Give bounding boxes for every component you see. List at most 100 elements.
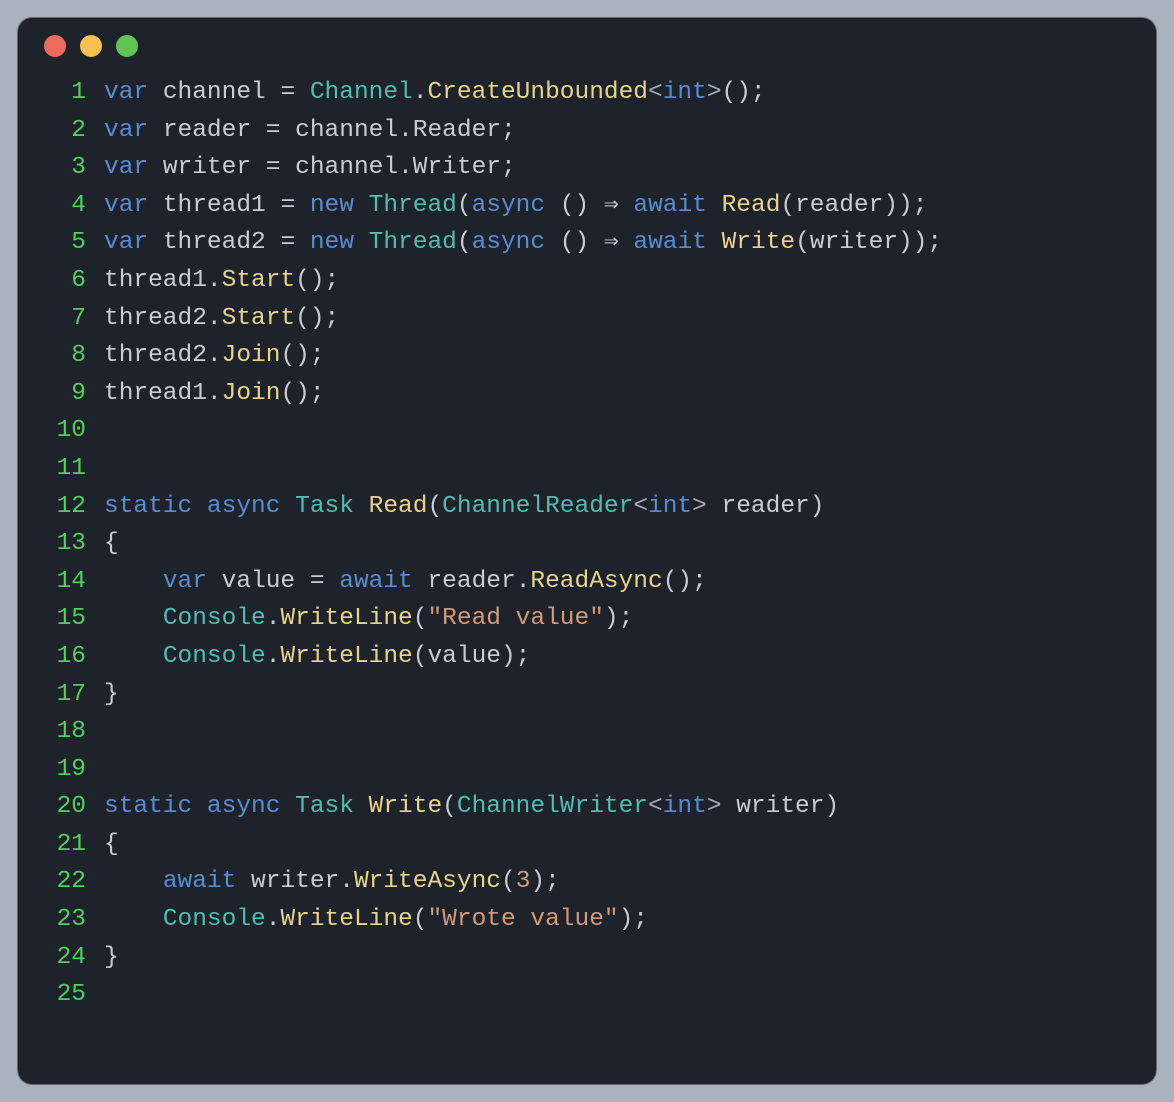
code-line[interactable]: 13{ — [18, 525, 1156, 563]
code-token: { — [104, 831, 119, 858]
code-content[interactable]: static async Task Write(ChannelWriter<in… — [104, 788, 839, 826]
code-token — [148, 229, 163, 256]
code-token — [589, 229, 604, 256]
line-number: 1 — [18, 74, 104, 112]
code-line[interactable]: 17} — [18, 676, 1156, 714]
code-line[interactable]: 4var thread1 = new Thread(async () ⇒ awa… — [18, 187, 1156, 225]
code-line[interactable]: 16 Console.WriteLine(value); — [18, 638, 1156, 676]
code-line[interactable]: 10 — [18, 412, 1156, 450]
code-token: writer — [163, 154, 251, 181]
code-line[interactable]: 18 — [18, 713, 1156, 751]
code-line[interactable]: 23 Console.WriteLine("Wrote value"); — [18, 901, 1156, 939]
code-token: WriteAsync — [354, 868, 501, 895]
code-content[interactable]: Console.WriteLine("Wrote value"); — [104, 901, 648, 939]
line-number: 13 — [18, 525, 104, 563]
code-token: ChannelWriter — [457, 793, 648, 820]
zoom-icon[interactable] — [116, 35, 138, 57]
code-token: value — [222, 568, 296, 595]
code-token — [354, 229, 369, 256]
code-content[interactable]: await writer.WriteAsync(3); — [104, 863, 560, 901]
code-token: Read — [722, 192, 781, 219]
code-content[interactable]: static async Task Read(ChannelReader<int… — [104, 488, 824, 526]
code-token: 3 — [516, 868, 531, 895]
code-content[interactable]: Console.WriteLine("Read value"); — [104, 600, 633, 638]
code-token: int — [663, 79, 707, 106]
code-token: = — [280, 79, 295, 106]
code-token: . — [207, 380, 222, 407]
code-token: . — [339, 868, 354, 895]
code-line[interactable]: 14 var value = await reader.ReadAsync(); — [18, 563, 1156, 601]
code-content[interactable]: var thread2 = new Thread(async () ⇒ awai… — [104, 224, 942, 262]
code-token — [104, 868, 163, 895]
code-line[interactable]: 2var reader = channel.Reader; — [18, 112, 1156, 150]
code-token: ) — [824, 793, 839, 820]
code-line[interactable]: 22 await writer.WriteAsync(3); — [18, 863, 1156, 901]
code-token — [354, 793, 369, 820]
code-line[interactable]: 6thread1.Start(); — [18, 262, 1156, 300]
code-line[interactable]: 1var channel = Channel.CreateUnbounded<i… — [18, 74, 1156, 112]
code-token: () — [560, 192, 589, 219]
code-token: ( — [457, 229, 472, 256]
code-token — [707, 493, 722, 520]
code-token: < — [648, 793, 663, 820]
code-token: ) — [810, 493, 825, 520]
code-token: reader — [795, 192, 883, 219]
minimize-icon[interactable] — [80, 35, 102, 57]
code-token: ( — [457, 192, 472, 219]
code-content[interactable]: var reader = channel.Reader; — [104, 112, 516, 150]
code-token: ( — [795, 229, 810, 256]
code-content[interactable]: { — [104, 525, 119, 563]
code-token: async — [472, 229, 546, 256]
code-token — [104, 605, 163, 632]
code-line[interactable]: 9thread1.Join(); — [18, 375, 1156, 413]
code-content[interactable]: var value = await reader.ReadAsync(); — [104, 563, 707, 601]
code-content[interactable]: thread1.Join(); — [104, 375, 325, 413]
code-content[interactable]: thread2.Start(); — [104, 300, 339, 338]
code-line[interactable]: 7thread2.Start(); — [18, 300, 1156, 338]
code-token: (); — [663, 568, 707, 595]
code-token: Task — [295, 493, 354, 520]
code-token: < — [648, 79, 663, 106]
code-token: . — [398, 154, 413, 181]
code-content[interactable]: var thread1 = new Thread(async () ⇒ awai… — [104, 187, 927, 225]
line-number: 22 — [18, 863, 104, 901]
code-line[interactable]: 24} — [18, 939, 1156, 977]
code-line[interactable]: 20static async Task Write(ChannelWriter<… — [18, 788, 1156, 826]
code-token: < — [633, 493, 648, 520]
line-number: 5 — [18, 224, 104, 262]
code-line[interactable]: 21{ — [18, 826, 1156, 864]
code-token: Thread — [369, 229, 457, 256]
code-token: ( — [413, 605, 428, 632]
code-token — [295, 568, 310, 595]
code-token: var — [104, 154, 148, 181]
code-content[interactable]: Console.WriteLine(value); — [104, 638, 530, 676]
code-content[interactable]: } — [104, 939, 119, 977]
code-line[interactable]: 5var thread2 = new Thread(async () ⇒ awa… — [18, 224, 1156, 262]
code-content[interactable]: var channel = Channel.CreateUnbounded<in… — [104, 74, 766, 112]
code-content[interactable]: { — [104, 826, 119, 864]
code-content[interactable]: thread2.Join(); — [104, 337, 325, 375]
code-line[interactable]: 19 — [18, 751, 1156, 789]
code-token: ⇒ — [604, 229, 619, 256]
code-line[interactable]: 11 — [18, 450, 1156, 488]
code-token: = — [266, 154, 281, 181]
code-line[interactable]: 8thread2.Join(); — [18, 337, 1156, 375]
code-content[interactable]: thread1.Start(); — [104, 262, 339, 300]
code-token: Write — [369, 793, 443, 820]
line-number: 16 — [18, 638, 104, 676]
code-token: ; — [501, 154, 516, 181]
code-content[interactable]: } — [104, 676, 119, 714]
code-content[interactable]: var writer = channel.Writer; — [104, 149, 516, 187]
close-icon[interactable] — [44, 35, 66, 57]
code-line[interactable]: 15 Console.WriteLine("Read value"); — [18, 600, 1156, 638]
code-line[interactable]: 12static async Task Read(ChannelReader<i… — [18, 488, 1156, 526]
code-editor[interactable]: 1var channel = Channel.CreateUnbounded<i… — [18, 74, 1156, 1032]
code-token: > — [692, 493, 707, 520]
code-token — [280, 793, 295, 820]
code-token: var — [163, 568, 207, 595]
line-number: 23 — [18, 901, 104, 939]
code-line[interactable]: 3var writer = channel.Writer; — [18, 149, 1156, 187]
code-token — [325, 568, 340, 595]
code-token — [354, 493, 369, 520]
code-line[interactable]: 25 — [18, 976, 1156, 1014]
